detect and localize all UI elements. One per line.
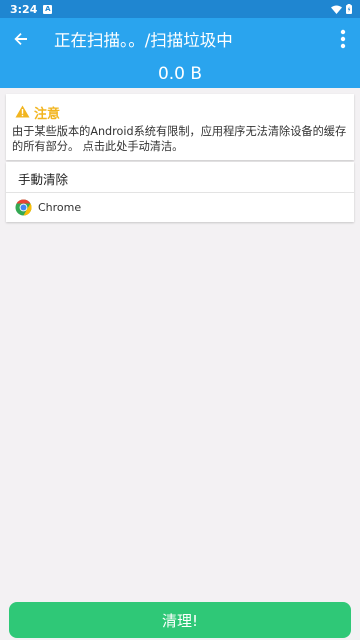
scan-size: 0.0 B	[157, 64, 203, 84]
notice-title: 注意	[34, 107, 61, 122]
app-row-chrome[interactable]: Chrome	[6, 193, 354, 222]
notice-card[interactable]: 注意 由于某些版本的Android系统有限制，应用程序无法清除设备的缓存的所有部…	[6, 94, 354, 160]
chrome-icon	[15, 199, 32, 216]
status-left: 3:24 A	[10, 2, 53, 16]
status-time: 3:24	[10, 2, 38, 16]
manual-clean-card: 手動清除 Chrome	[6, 162, 354, 222]
battery-icon	[346, 4, 352, 14]
status-bar: 3:24 A	[0, 0, 360, 18]
app-bar: 正在扫描。。/扫描垃圾中 0.0 B	[0, 18, 360, 88]
notification-icon: A	[43, 4, 53, 14]
app-name: Chrome	[38, 201, 82, 214]
wifi-icon	[331, 5, 342, 14]
notice-header: 注意	[15, 103, 60, 122]
manual-clean-title: 手動清除	[18, 172, 69, 187]
back-arrow-icon[interactable]	[12, 30, 30, 48]
page-title: 正在扫描。。/扫描垃圾中	[54, 31, 233, 50]
warning-icon	[15, 103, 30, 122]
notice-body: 由于某些版本的Android系统有限制，应用程序无法清除设备的缓存的所有部分。 …	[12, 125, 347, 153]
status-right	[331, 4, 352, 14]
more-vert-icon[interactable]	[340, 29, 346, 49]
clean-button[interactable]: 清理!	[9, 602, 351, 638]
